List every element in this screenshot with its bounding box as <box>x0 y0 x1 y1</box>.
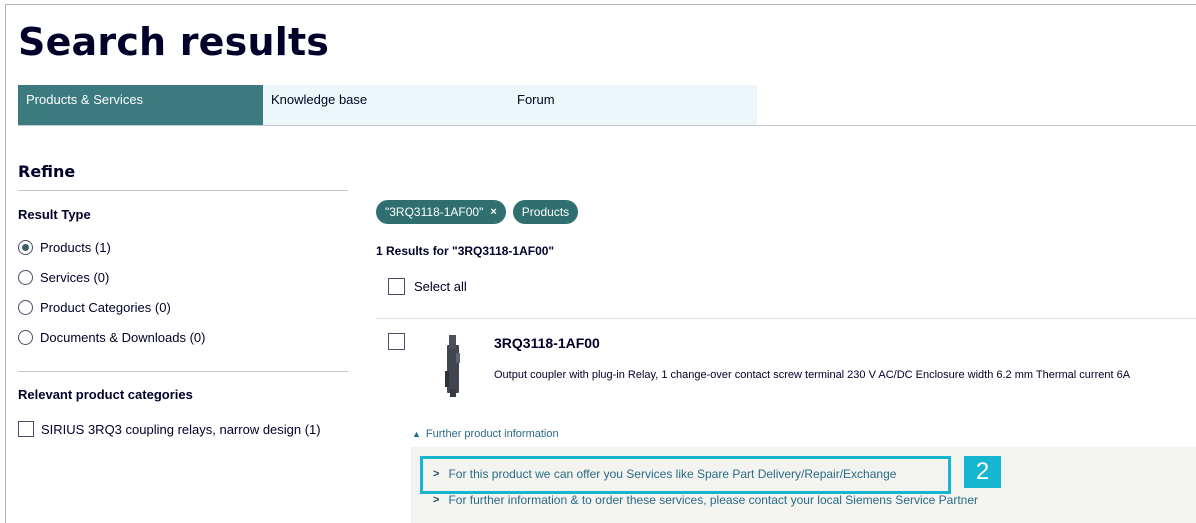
radio-label: Services (0) <box>40 269 110 285</box>
radio-documents-downloads[interactable]: Documents & Downloads (0) <box>18 327 205 347</box>
radio-label: Products (1) <box>40 239 111 255</box>
tab-knowledge-base[interactable]: Knowledge base <box>263 85 509 125</box>
category-filter-sirius[interactable]: SIRIUS 3RQ3 coupling relays, narrow desi… <box>18 419 321 439</box>
close-icon[interactable]: × <box>490 206 496 218</box>
tab-forum[interactable]: Forum <box>509 85 757 125</box>
annotation-highlight-box <box>420 456 951 494</box>
radio-services[interactable]: Services (0) <box>18 267 109 287</box>
product-image[interactable] <box>439 331 467 401</box>
service-partner-link[interactable]: > For further information & to order the… <box>433 493 978 507</box>
chevron-up-icon: ▲ <box>412 429 421 439</box>
radio-label: Documents & Downloads (0) <box>40 329 206 345</box>
further-info-label: Further product information <box>425 428 559 440</box>
page-title: Search results <box>18 20 330 64</box>
category-label: SIRIUS 3RQ3 coupling relays, narrow desi… <box>41 421 321 437</box>
radio-icon[interactable] <box>18 299 33 315</box>
select-all-control[interactable]: Select all <box>388 278 467 295</box>
select-all-label: Select all <box>414 279 467 294</box>
results-count: 1 Results for "3RQ3118-1AF00" <box>376 244 555 258</box>
result-checkbox[interactable] <box>388 333 405 350</box>
radio-products[interactable]: Products (1) <box>18 237 111 257</box>
active-filters: "3RQ3118-1AF00" × Products <box>376 200 579 224</box>
refine-title: Refine <box>18 162 76 181</box>
product-name-link[interactable]: 3RQ3118-1AF00 <box>494 335 600 351</box>
product-description: Output coupler with plug-in Relay, 1 cha… <box>494 369 1131 381</box>
service-link-label: For further information & to order these… <box>448 493 979 507</box>
filter-chip-query[interactable]: "3RQ3118-1AF00" × <box>376 200 506 224</box>
radio-checked-icon[interactable] <box>18 239 33 255</box>
tab-products-services[interactable]: Products & Services <box>18 85 263 125</box>
divider <box>18 190 348 191</box>
result-type-title: Result Type <box>18 207 91 222</box>
radio-icon[interactable] <box>18 269 33 285</box>
annotation-marker: 2 <box>964 456 1001 488</box>
divider <box>18 371 348 372</box>
chevron-right-icon: > <box>433 494 440 506</box>
filter-chip-products[interactable]: Products <box>512 200 579 224</box>
relevant-categories-title: Relevant product categories <box>18 387 193 402</box>
radio-icon[interactable] <box>18 329 33 345</box>
further-info-toggle[interactable]: ▲ Further product information <box>412 428 559 440</box>
chip-label: "3RQ3118-1AF00" <box>385 205 484 219</box>
radio-label: Product Categories (0) <box>40 299 171 315</box>
chip-label: Products <box>521 205 570 219</box>
checkbox-icon[interactable] <box>388 278 405 295</box>
radio-product-categories[interactable]: Product Categories (0) <box>18 297 171 317</box>
result-tabs: Products & Services Knowledge base Forum <box>18 85 1196 126</box>
checkbox-icon[interactable] <box>18 421 34 437</box>
